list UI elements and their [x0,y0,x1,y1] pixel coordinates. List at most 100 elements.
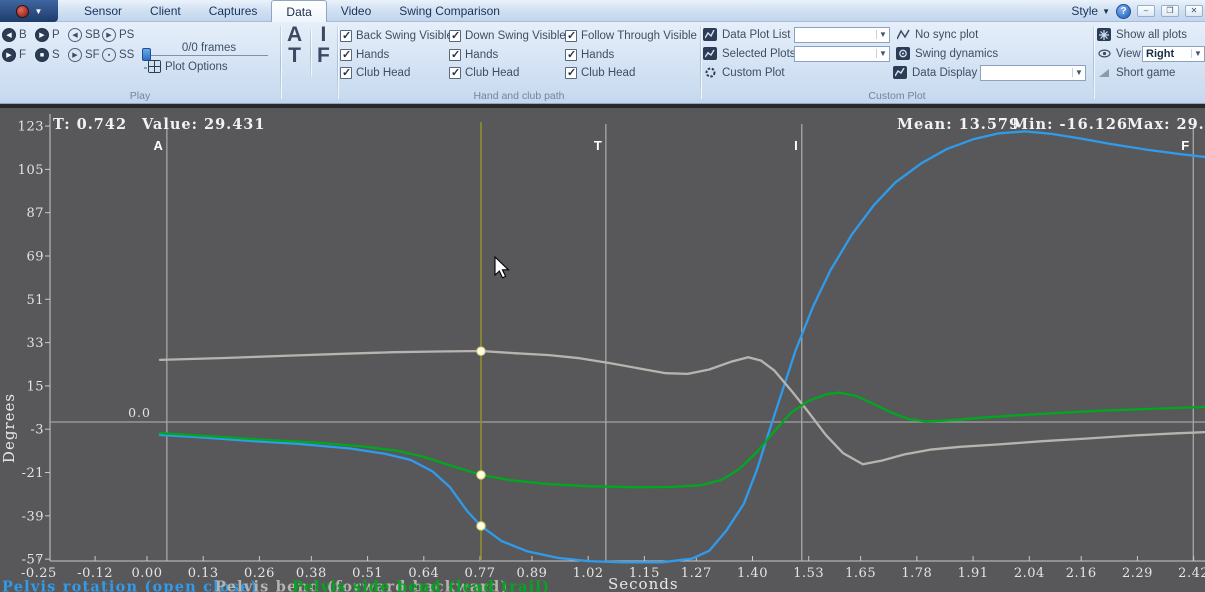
play-button-label: B [19,29,27,41]
grid-icon [148,60,161,73]
ribbon-letter-a[interactable]: A [287,24,302,45]
checkbox-club-head[interactable] [340,67,352,79]
cursor-marker [477,347,486,356]
plot-canvas[interactable]: 1231058769513315-3-21-39-57-0.25-0.120.0… [0,108,1205,592]
chevron-down-icon: ▼ [1102,7,1110,16]
ribbon: ◀B▶F▶P■S◀SB▶SF▶PS▪SS 0/0 frames Plot Opt… [0,22,1205,104]
checkbox-label: Back Swing Visible [356,30,453,42]
play-button-ps[interactable]: ▶PS [102,26,134,44]
ribbon-letter-f[interactable]: F [317,45,330,66]
checkbox-hands[interactable] [565,49,577,61]
checkbox-label: Hands [581,49,614,61]
checkbox-back-swing-visible[interactable] [340,30,352,42]
no-sync-plot-label[interactable]: No sync plot [915,29,978,41]
checkbox-row-club-head: Club Head [565,64,697,83]
app-logo-icon [16,5,29,18]
play-button-sf[interactable]: ▶SF [68,46,100,64]
play-button-label: SF [85,49,100,61]
restore-button[interactable]: ❐ [1161,5,1179,17]
x-tick-label: 1.40 [737,566,768,581]
checkbox-column-3: Follow Through Visible Hands Club Head [565,27,697,83]
menu-tab-captures[interactable]: Captures [195,0,272,22]
event-label-f: F [1181,138,1189,153]
gear-icon [703,66,717,79]
checkbox-label: Down Swing Visible [465,30,566,42]
play-glyph-icon: ▶ [68,48,82,62]
data-plot-panel[interactable]: 1231058769513315-3-21-39-57-0.25-0.120.0… [0,104,1205,592]
help-icon[interactable]: ? [1116,4,1131,19]
chevron-down-icon: ▼ [876,49,889,58]
checkbox-hands[interactable] [340,49,352,61]
checkbox-label: Club Head [356,67,410,79]
group-separator [1093,26,1094,99]
play-button-b[interactable]: ◀B [2,26,27,44]
checkbox-row-hands: Hands [449,46,566,65]
x-tick-label: 2.42 [1178,566,1205,581]
plot-options-label: Plot Options [165,61,228,73]
checkbox-hands[interactable] [449,49,461,61]
play-button-label: S [52,49,60,61]
data-display-dropdown[interactable]: ▼ [980,65,1086,81]
checkbox-label: Follow Through Visible [581,30,697,42]
play-glyph-icon: ▶ [35,28,49,42]
play-button-f[interactable]: ▶F [2,46,26,64]
no-sync-plot-icon [896,28,910,41]
play-button-p[interactable]: ▶P [35,26,60,44]
x-tick-label: 1.02 [573,566,604,581]
selected-plots-label: Selected Plots [722,48,796,60]
y-tick-label: 87 [26,206,44,221]
minimize-button[interactable]: – [1137,5,1155,17]
checkbox-row-hands: Hands [340,46,453,65]
short-game-label[interactable]: Short game [1116,67,1175,79]
app-menu-button[interactable]: ▼ [0,0,58,22]
plot-options-button[interactable]: Plot Options [148,60,228,73]
show-all-plots-label[interactable]: Show all plots [1116,29,1187,41]
ribbon-letter-t[interactable]: T [288,45,301,66]
play-button-label: PS [119,29,134,41]
data-plot-list-dropdown[interactable]: ▼ [794,27,890,43]
swing-dynamics-label[interactable]: Swing dynamics [915,48,998,60]
x-tick-label: 1.91 [958,566,989,581]
event-letters-at[interactable]: AT [287,24,302,66]
play-glyph-icon: ■ [35,48,49,62]
menu-tab-client[interactable]: Client [136,0,195,22]
checkbox-down-swing-visible[interactable] [449,30,461,42]
menu-tab-data[interactable]: Data [271,0,326,22]
selected-plots-dropdown[interactable]: ▼ [794,46,890,62]
ribbon-letter-i[interactable]: I [320,24,326,45]
x-tick-label: 2.29 [1122,566,1153,581]
y-tick-label: -39 [22,509,44,524]
play-button-ss[interactable]: ▪SS [102,46,134,64]
y-tick-label: -21 [22,466,44,481]
x-tick-label: 1.78 [901,566,932,581]
event-label-t: T [594,138,602,153]
view-dropdown[interactable]: Right ▼ [1142,46,1205,62]
cursor-marker [477,522,486,531]
cursor-time-readout: T: 0.742 [53,116,127,133]
checkbox-club-head[interactable] [449,67,461,79]
event-letter-group: AT IF [281,22,337,104]
checkbox-follow-through-visible[interactable] [565,30,577,42]
event-letters-if[interactable]: IF [317,24,330,66]
play-button-s[interactable]: ■S [35,46,60,64]
checkbox-column-1: Back Swing Visible Hands Club Head [340,27,453,83]
play-button-sb[interactable]: ◀SB [68,26,100,44]
show-all-plots-icon [1097,28,1111,41]
menu-tab-swing-comparison[interactable]: Swing Comparison [385,0,514,22]
y-tick-label: 51 [26,293,44,308]
data-display-label: Data Display [912,67,977,79]
menu-tab-video[interactable]: Video [327,0,385,22]
frame-slider-track[interactable] [150,55,268,56]
checkbox-row-down-swing-visible: Down Swing Visible [449,27,566,46]
menu-tab-sensor[interactable]: Sensor [70,0,136,22]
close-button[interactable]: ✕ [1185,5,1203,17]
menu-bar: SensorClientCapturesDataVideoSwing Compa… [70,0,514,22]
style-label: Style [1071,4,1098,18]
style-menu-button[interactable]: Style ▼ [1071,4,1110,18]
checkbox-club-head[interactable] [565,67,577,79]
y-tick-label: -3 [30,423,44,438]
play-glyph-icon: ◀ [68,28,82,42]
custom-plot-button-label[interactable]: Custom Plot [722,67,785,79]
x-tick-label: 1.27 [681,566,712,581]
stat-mean: Mean: 13.579 [897,116,1020,133]
